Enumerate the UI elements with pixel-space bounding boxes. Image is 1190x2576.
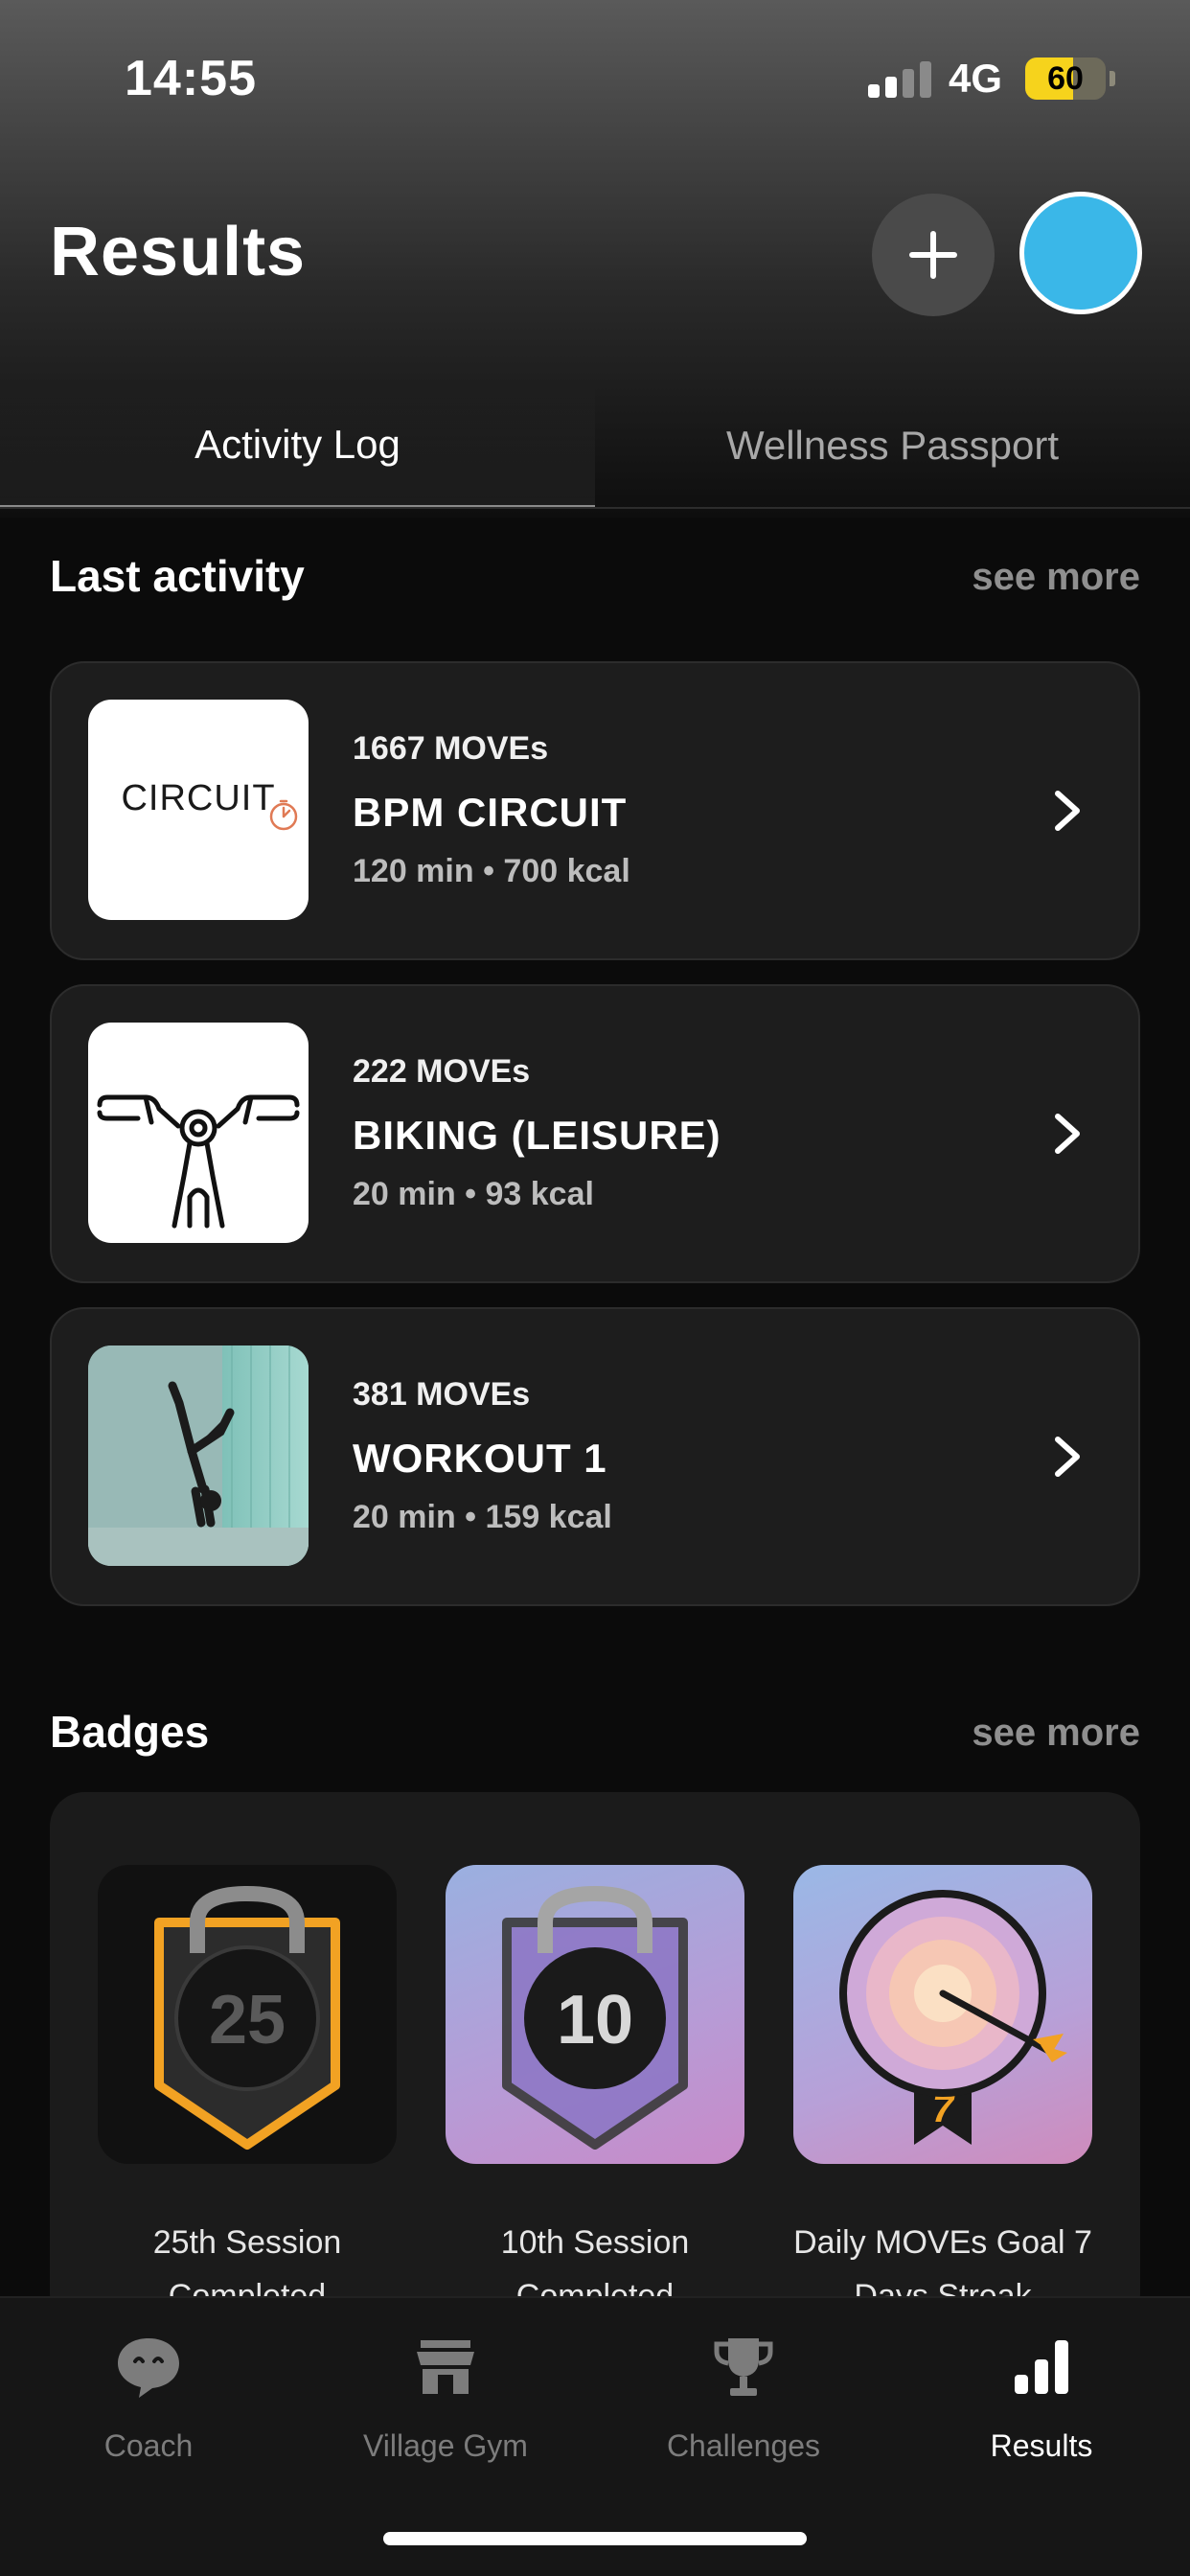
tab-divider (0, 507, 1190, 509)
activity-card[interactable]: 222 MOVEs BIKING (LEISURE) 20 min • 93 k… (50, 984, 1140, 1283)
chevron-right-icon (1055, 791, 1080, 831)
kettlebell-gold-icon: 25 (154, 1885, 340, 2150)
badges-panel: 25 25th Session Completed 10 10th Sessio… (50, 1792, 1140, 2329)
tab-label: Coach (103, 2428, 194, 2463)
avatar[interactable] (1019, 192, 1142, 314)
badge-number: 25 (209, 1982, 286, 2058)
activity-meta: 120 min • 700 kcal (353, 853, 630, 889)
activity-moves: 381 MOVEs (353, 1376, 531, 1413)
plus-icon (909, 231, 957, 279)
activity-card[interactable]: 381 MOVEs WORKOUT 1 20 min • 159 kcal (50, 1307, 1140, 1606)
kettlebell-badge-gold[interactable]: 25 (98, 1865, 397, 2164)
activity-moves: 222 MOVEs (353, 1053, 531, 1090)
tab-activity-log[interactable]: Activity Log (0, 383, 595, 508)
bike-handlebar-drawing (97, 1094, 300, 1229)
activity-meta: 20 min • 159 kcal (353, 1499, 612, 1535)
chevron-right-icon (1055, 1437, 1080, 1477)
tab-challenges[interactable]: Challenges (595, 2333, 892, 2486)
tab-wellness-passport[interactable]: Wellness Passport (595, 383, 1190, 508)
kettlebell-badge-silver[interactable]: 10 (446, 1865, 744, 2164)
handstand-photo (88, 1346, 309, 1566)
tab-label: Village Gym (363, 2428, 528, 2463)
add-button[interactable] (872, 194, 995, 316)
battery-icon: 60 (1025, 58, 1106, 100)
activity-name: WORKOUT 1 (353, 1436, 607, 1481)
target-icon: 7 (839, 1890, 1067, 2145)
segmented-tabs: Activity Log Wellness Passport (0, 383, 1190, 510)
status-time: 14:55 (125, 51, 257, 106)
home-indicator[interactable] (383, 2532, 807, 2545)
cellular-signal-icon (868, 59, 931, 98)
circuit-logo: CIRCUIT (88, 700, 309, 920)
last-activity-title: Last activity (50, 551, 305, 601)
network-type: 4G (949, 56, 1003, 101)
page-title: Results (50, 214, 307, 290)
battery-tip (1110, 71, 1115, 86)
battery-level: 60 (1047, 60, 1084, 97)
activity-meta: 20 min • 93 kcal (353, 1176, 594, 1212)
badges-title: Badges (50, 1707, 210, 1757)
trophy-icon (714, 2338, 773, 2396)
tab-village-gym[interactable]: Village Gym (297, 2333, 594, 2486)
activity-name: BPM CIRCUIT (353, 790, 628, 835)
activity-name: BIKING (LEISURE) (353, 1113, 721, 1158)
activity-moves: 1667 MOVEs (353, 730, 549, 767)
stopwatch-icon (269, 799, 298, 831)
target-badge[interactable]: 7 (793, 1865, 1092, 2164)
activity-card[interactable]: CIRCUIT 1667 MOVEs BPM CIRCUIT 120 min •… (50, 661, 1140, 960)
status-bar: 14:55 4G 60 (0, 0, 1190, 144)
badge-number: 10 (557, 1982, 633, 2058)
badges-see-more-link[interactable]: see more (972, 1712, 1140, 1755)
tab-results[interactable]: Results (893, 2333, 1190, 2486)
bar-chart-icon (1015, 2340, 1068, 2394)
chevron-right-icon (1055, 1114, 1080, 1154)
storefront-icon (417, 2340, 474, 2394)
last-activity-see-more-link[interactable]: see more (972, 556, 1140, 599)
tab-coach[interactable]: Coach (0, 2333, 297, 2486)
handstand-figure (88, 1346, 309, 1566)
tab-label: Challenges (666, 2428, 821, 2463)
tab-label: Results (990, 2428, 1093, 2463)
bike-handlebar-icon (88, 1023, 309, 1243)
kettlebell-silver-icon: 10 (502, 1885, 688, 2150)
chat-bubble-icon (118, 2338, 179, 2398)
